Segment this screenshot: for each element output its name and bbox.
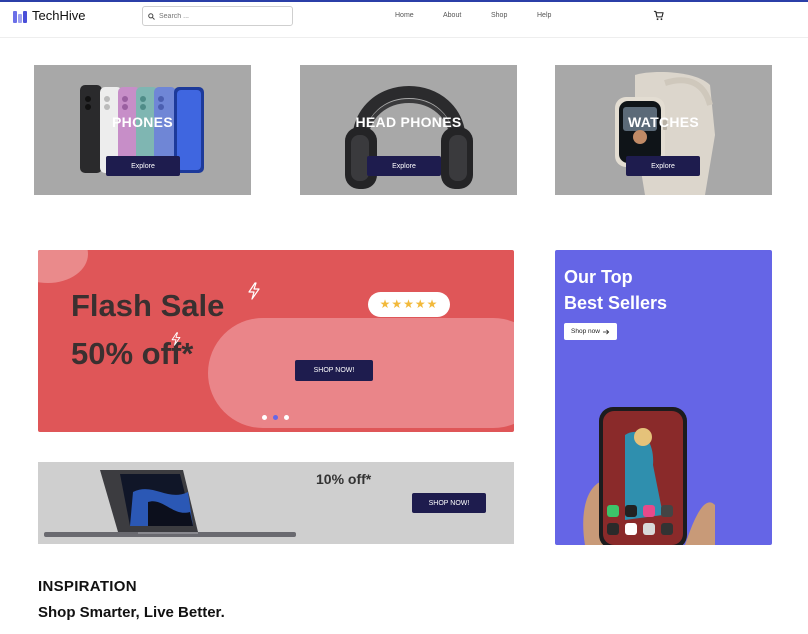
brand-name: TechHive (32, 8, 86, 23)
laptop-promo-banner: 10% off* SHOP NOW! (38, 462, 514, 544)
inspiration-heading: INSPIRATION (38, 578, 137, 595)
flash-sale-banner: Flash Sale 50% off* ★★★★★ SHOP NOW! (38, 250, 514, 432)
shopping-cart-icon[interactable] (653, 10, 664, 21)
flash-sale-title: Flash Sale (71, 288, 225, 323)
laptop-image (44, 470, 296, 537)
best-sellers-card: Our Top Best Sellers Shop now (555, 250, 772, 545)
category-tile-phones[interactable]: PHONES Explore (34, 65, 251, 195)
carousel-dot-1[interactable] (262, 415, 267, 420)
header: TechHive Home About Shop Help (0, 2, 808, 38)
lightning-bolt-icon (171, 332, 181, 346)
explore-watches-button[interactable]: Explore (626, 156, 700, 176)
arrow-right-icon (602, 329, 610, 334)
rating-stars: ★★★★★ (368, 292, 450, 317)
best-sellers-heading-line2: Best Sellers (564, 293, 668, 313)
inspiration-tagline: Shop Smarter, Live Better. (38, 604, 225, 621)
category-tile-watches[interactable]: WATCHES Explore (555, 65, 772, 195)
category-title: HEAD PHONES (355, 114, 462, 130)
best-sellers-heading-line1: Our Top (564, 267, 633, 287)
phone-in-hand-image (583, 407, 715, 545)
shop-now-label: Shop now (571, 328, 600, 335)
category-tile-headphones[interactable]: HEAD PHONES Explore (300, 65, 517, 195)
nav-help[interactable]: Help (537, 12, 551, 19)
search-bar[interactable] (142, 6, 293, 26)
category-title: PHONES (112, 114, 173, 130)
techhive-logo-icon (13, 9, 27, 23)
nav-shop[interactable]: Shop (491, 12, 507, 19)
carousel-dots (262, 415, 289, 420)
explore-phones-button[interactable]: Explore (106, 156, 180, 176)
laptop-shop-now-button[interactable]: SHOP NOW! (412, 493, 486, 513)
decorative-circle (38, 250, 88, 283)
search-input[interactable] (159, 12, 284, 20)
logo[interactable]: TechHive (13, 8, 85, 23)
best-sellers-shop-now-button[interactable]: Shop now (564, 323, 617, 340)
flash-shop-now-button[interactable]: SHOP NOW! (295, 360, 373, 381)
explore-headphones-button[interactable]: Explore (367, 156, 441, 176)
nav-home[interactable]: Home (395, 12, 414, 19)
lightning-bolt-icon (248, 282, 260, 300)
category-title: WATCHES (627, 114, 700, 130)
carousel-dot-3[interactable] (284, 415, 289, 420)
nav-about[interactable]: About (443, 12, 461, 19)
laptop-discount: 10% off* (316, 471, 372, 487)
carousel-dot-2[interactable] (273, 415, 278, 420)
search-icon (148, 12, 155, 20)
